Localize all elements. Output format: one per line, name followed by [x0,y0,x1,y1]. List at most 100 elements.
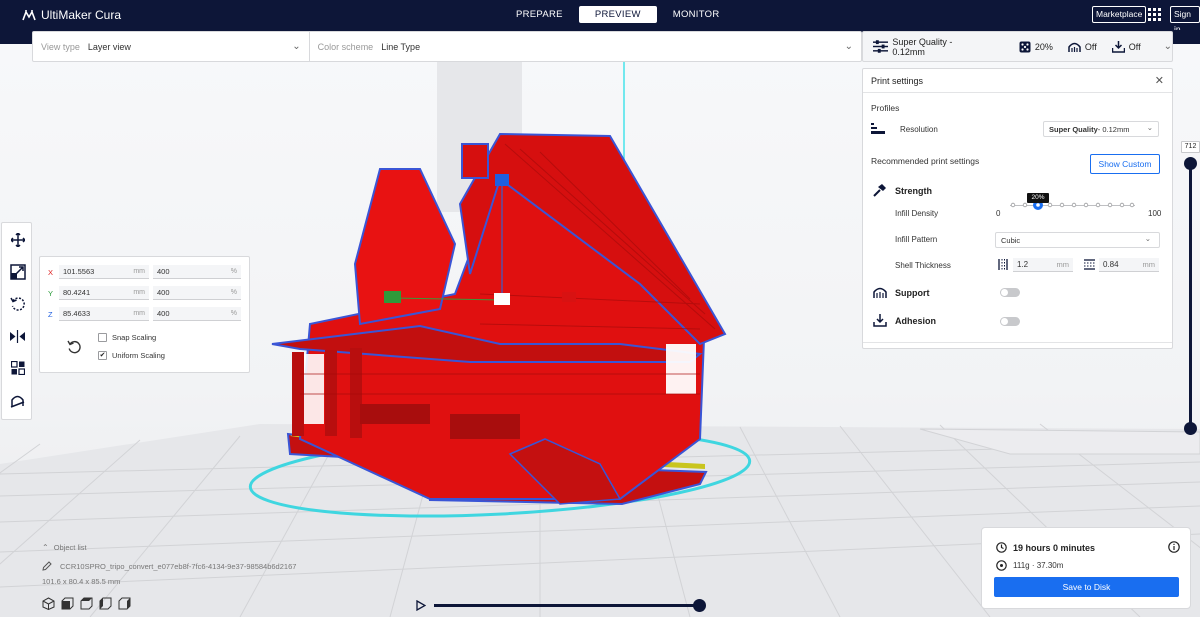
unit-label: mm [133,268,145,275]
simulation-slider-track[interactable] [434,604,700,607]
view-front-icon[interactable] [61,597,74,610]
uniform-scaling-checkbox[interactable]: ✔ [98,351,107,360]
unit-label: % [230,289,237,296]
resolution-icon [871,123,885,134]
adhesion-toggle[interactable] [1000,317,1020,326]
move-icon [10,233,25,247]
view-left-icon[interactable] [99,597,112,610]
pencil-icon[interactable] [42,561,52,571]
chevron-down-icon: ⌄ [1144,234,1151,243]
print-setup-selector[interactable]: Super Quality - 0.12mm 20% Off Off ⌄ [862,31,1173,62]
clock-icon [996,542,1007,553]
object-dimensions: 101.6 x 80.4 x 85.5 mm [42,577,121,586]
scale-y-mm-value: 80.4241 [63,288,91,297]
material-row: 111g · 37.30m [996,560,1063,571]
profiles-heading: Profiles [871,103,900,113]
profile-summary: Super Quality - 0.12mm [873,37,984,57]
color-scheme-value: Line Type [381,41,421,52]
scale-y-mm-input[interactable]: 80.4241 mm [59,286,149,300]
axis-y-label: Y [48,288,54,298]
per-model-settings-button[interactable] [2,353,33,383]
move-tool-button[interactable] [2,225,33,255]
marketplace-button[interactable]: Marketplace [1092,6,1147,23]
support-toggle[interactable] [1000,288,1020,297]
snap-scaling-checkbox[interactable] [98,333,107,342]
scale-x-percent-input[interactable]: 400% [153,265,241,279]
profile-summary-text: Super Quality - 0.12mm [892,36,953,57]
camera-view-buttons [42,597,131,610]
scale-y-row: Y 80.4241 mm 400% [48,286,241,300]
view-top-icon[interactable] [80,597,93,610]
tab-monitor[interactable]: MONITOR [657,6,736,23]
infill-icon [1019,41,1031,52]
recommended-heading: Recommended print settings [871,156,980,166]
view-3d-icon[interactable] [42,597,55,610]
support-blocker-button[interactable] [2,385,33,415]
app-logo: UltiMaker Cura [22,8,121,22]
infill-density-slider[interactable]: 20% [1010,193,1135,215]
infill-summary: 20% [1019,41,1053,53]
scale-z-percent-value: 400 [157,309,170,318]
rotate-tool-button[interactable] [2,289,33,319]
layer-slider-track[interactable] [1189,163,1192,427]
object-list-toggle[interactable]: ⌃ Object list [42,543,87,552]
sign-in-button[interactable]: Sign in [1170,6,1200,34]
color-scheme-dropdown[interactable]: Color scheme Line Type ⌄ [310,32,861,61]
resolution-label: Resolution [900,124,938,134]
slider-value-tooltip: 20% [1027,193,1049,203]
show-custom-button[interactable]: Show Custom [1090,154,1160,174]
support-summary: Off [1068,41,1097,53]
unit-label: mm [133,289,145,296]
save-to-disk-button[interactable]: Save to Disk [994,577,1179,597]
view-type-dropdown[interactable]: View type Layer view ⌄ [33,32,309,61]
snap-scaling-row: Snap Scaling [98,333,156,342]
mirror-tool-button[interactable] [2,321,33,351]
unit-label: mm [133,310,145,317]
snap-scaling-label: Snap Scaling [112,333,157,342]
strength-label: Strength [895,185,932,196]
tab-preview[interactable]: PREVIEW [578,6,657,23]
chevron-down-icon: ⌄ [292,41,301,52]
close-icon[interactable]: ✕ [1155,74,1164,87]
apps-grid-icon[interactable] [1148,8,1161,21]
strength-row: Strength [873,184,932,197]
adhesion-label: Adhesion [895,315,937,326]
view-right-icon[interactable] [118,597,131,610]
scale-handle-x[interactable] [494,293,510,305]
scale-z-mm-input[interactable]: 85.4633 mm [59,307,149,321]
view-controls-bar: View type Layer view ⌄ Color scheme Line… [32,31,862,62]
top-bottom-thickness-value: 0.84 [1103,260,1119,269]
resolution-dropdown[interactable]: Super Quality - 0.12mm ⌄ [1043,121,1159,137]
reset-scale-icon[interactable] [67,340,81,354]
infill-max-label: 100 [1148,209,1162,218]
print-settings-panel: Print settings ✕ Profiles Resolution Sup… [862,68,1173,349]
info-icon[interactable] [1168,541,1180,553]
simulation-slider-handle[interactable] [693,599,706,612]
panel-bottom-divider [863,342,1172,343]
scale-handle-y[interactable] [384,291,401,303]
scale-y-percent-input[interactable]: 400% [153,286,241,300]
scale-tool-button[interactable] [2,257,33,287]
top-bottom-thickness-field[interactable]: 0.84 mm [1099,258,1159,272]
scale-handle-extra[interactable] [562,292,576,302]
view-type-value: Layer view [87,41,131,52]
layer-slider-top-handle[interactable] [1184,157,1197,170]
scale-z-percent-input[interactable]: 400% [153,307,241,321]
wall-thickness-value: 1.2 [1017,260,1029,269]
infill-summary-text: 20% [1034,41,1053,52]
infill-pattern-dropdown[interactable]: Cubic ⌄ [995,232,1160,248]
material-usage: 111g · 37.30m [1013,561,1064,570]
wall-thickness-field[interactable]: 1.2 mm [1013,258,1073,272]
layer-number-field[interactable]: 712 [1181,141,1200,153]
tab-prepare[interactable]: PREPARE [500,6,579,23]
uniform-scaling-row: ✔ Uniform Scaling [98,351,165,360]
print-time-row: 19 hours 0 minutes [996,542,1095,553]
layer-slider-bottom-handle[interactable] [1184,422,1197,435]
scale-x-mm-value: 101.5563 [63,267,95,276]
scale-handle-z[interactable] [495,174,509,186]
scale-x-mm-input[interactable]: 101.5563 mm [59,265,149,279]
mirror-icon [10,329,25,343]
play-icon[interactable] [416,600,426,611]
infill-pattern-label: Infill Pattern [895,235,938,244]
chevron-down-icon: ⌄ [1146,123,1153,132]
